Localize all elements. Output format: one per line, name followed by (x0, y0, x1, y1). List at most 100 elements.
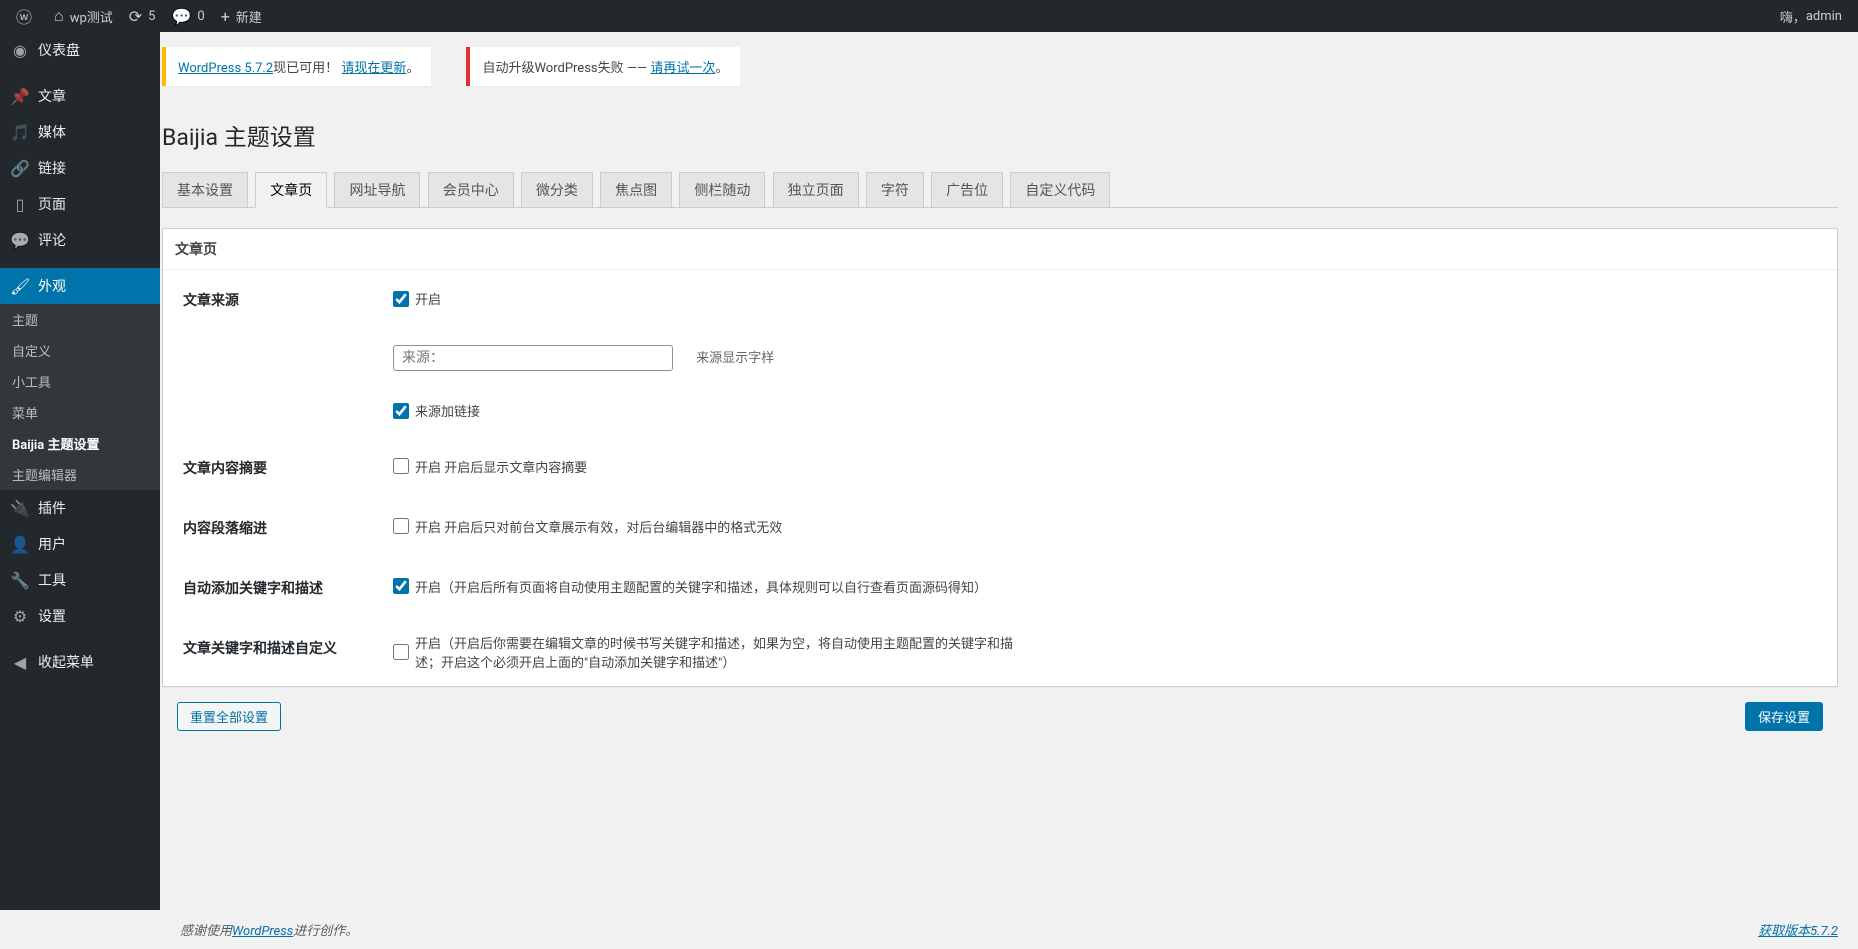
submenu-baijia-settings[interactable]: Baijia 主题设置 (0, 428, 160, 459)
comments-count: 0 (197, 9, 204, 24)
sidebar-item-label: 链接 (38, 158, 66, 178)
tab-microcat[interactable]: 微分类 (521, 172, 593, 207)
home-icon: ⌂ (54, 6, 64, 26)
autokw-enable-label[interactable]: 开启（开启后所有页面将自动使用主题配置的关键字和描述，具体规则可以自行查看页面源… (393, 577, 987, 596)
field-label-autokw: 自动添加关键字和描述 (163, 558, 383, 618)
tab-focus[interactable]: 焦点图 (600, 172, 672, 207)
dashboard-icon: ◉ (10, 41, 30, 60)
source-link-label[interactable]: 来源加链接 (393, 401, 480, 420)
submenu-menus[interactable]: 菜单 (0, 397, 160, 428)
users-icon: 👤 (10, 535, 30, 554)
settings-tabs: 基本设置 文章页 网址导航 会员中心 微分类 焦点图 侧栏随动 独立页面 字符 … (162, 172, 1838, 208)
comment-icon: 💬 (171, 7, 191, 26)
new-content-link[interactable]: + 新建 (213, 0, 270, 32)
tab-article[interactable]: 文章页 (255, 172, 327, 208)
refresh-icon: ⟳ (129, 7, 142, 26)
update-suffix: 现已可用！ (273, 61, 338, 76)
link-icon: 🔗 (10, 159, 30, 178)
source-enable-checkbox[interactable] (393, 291, 409, 307)
submenu-themes[interactable]: 主题 (0, 304, 160, 335)
media-icon: 🎵 (10, 123, 30, 142)
submenu-widgets[interactable]: 小工具 (0, 366, 160, 397)
sidebar-item-settings[interactable]: ⚙设置 (0, 598, 160, 634)
indent-enable-checkbox[interactable] (393, 518, 409, 534)
customkw-enable-checkbox[interactable] (393, 644, 409, 660)
sidebar-item-label: 评论 (38, 230, 66, 250)
upgrade-fail-notice: 自动升级WordPress失败 —— 请再试一次。 (466, 47, 740, 86)
sidebar-item-tools[interactable]: 🔧 工具 (0, 562, 160, 598)
comment-icon: 💬 (10, 231, 30, 250)
tab-ads[interactable]: 广告位 (931, 172, 1003, 207)
field-label-customkw: 文章关键字和描述自定义 (163, 618, 383, 686)
page-title: Baijia 主题设置 (162, 109, 1838, 156)
sidebar-item-posts[interactable]: 📌 文章 (0, 78, 160, 114)
reset-button[interactable]: 重置全部设置 (177, 702, 281, 731)
tab-sidebar-follow[interactable]: 侧栏随动 (679, 172, 765, 207)
excerpt-enable-label[interactable]: 开启 开启后显示文章内容摘要 (393, 457, 587, 476)
submenu-customize[interactable]: 自定义 (0, 335, 160, 366)
sidebar-item-collapse[interactable]: ◀ 收起菜单 (0, 644, 160, 680)
sidebar-item-label: 外观 (38, 276, 66, 296)
user-menu[interactable]: 嗨，admin (1772, 0, 1850, 32)
sidebar-item-comments[interactable]: 💬 评论 (0, 222, 160, 258)
footer-thanks-prefix: 感谢使用 (180, 924, 232, 939)
update-now-link[interactable]: 请现在更新 (341, 61, 406, 76)
sidebar-item-label: 仪表盘 (38, 40, 80, 60)
updates-link[interactable]: ⟳5 (121, 0, 164, 32)
greeting: 嗨， (1780, 7, 1806, 26)
sidebar-item-users[interactable]: 👤用户 (0, 526, 160, 562)
sidebar-item-links[interactable]: 🔗 链接 (0, 150, 160, 186)
plus-icon: + (221, 7, 230, 26)
wordpress-icon: ⓦ (16, 4, 32, 28)
sidebar-item-label: 文章 (38, 86, 66, 106)
username: admin (1806, 9, 1842, 24)
collapse-icon: ◀ (10, 653, 30, 672)
new-label: 新建 (236, 7, 262, 26)
tab-basic[interactable]: 基本设置 (162, 172, 248, 207)
field-label-excerpt: 文章内容摘要 (163, 438, 383, 498)
sidebar-item-media[interactable]: 🎵 媒体 (0, 114, 160, 150)
excerpt-enable-checkbox[interactable] (393, 458, 409, 474)
sidebar-item-dashboard[interactable]: ◉ 仪表盘 (0, 32, 160, 68)
sidebar-item-appearance[interactable]: 🖌 外观 (0, 268, 160, 304)
wrench-icon: 🔧 (10, 571, 30, 590)
footer-wp-link[interactable]: WordPress (232, 924, 293, 939)
source-enable-label[interactable]: 开启 (393, 289, 441, 308)
sidebar-item-plugins[interactable]: 🔌插件 (0, 490, 160, 526)
customkw-enable-label[interactable]: 开启（开启后你需要在编辑文章的时候书写关键字和描述，如果为空，将自动使用主题配置… (393, 633, 1035, 671)
site-home-link[interactable]: ⌂ wp测试 (46, 0, 121, 32)
tab-chars[interactable]: 字符 (866, 172, 924, 207)
footer: 感谢使用WordPress进行创作。 获取版本5.7.2 (160, 910, 1858, 949)
tab-customcode[interactable]: 自定义代码 (1010, 172, 1110, 207)
sidebar-item-pages[interactable]: ▯页面 (0, 186, 160, 222)
submenu-theme-editor[interactable]: 主题编辑器 (0, 459, 160, 490)
appearance-submenu: 主题 自定义 小工具 菜单 Baijia 主题设置 主题编辑器 (0, 304, 160, 490)
tab-member[interactable]: 会员中心 (428, 172, 514, 207)
save-button[interactable]: 保存设置 (1745, 702, 1823, 731)
settings-panel: 文章页 文章来源 开启 来源显示字样 (162, 228, 1838, 687)
indent-enable-label[interactable]: 开启 开启后只对前台文章展示有效，对后台编辑器中的格式无效 (393, 517, 782, 536)
wp-version-link[interactable]: WordPress 5.7.2 (178, 61, 273, 76)
update-notice: WordPress 5.7.2现已可用！ 请现在更新。 (162, 47, 431, 86)
sidebar-item-label: 工具 (38, 570, 66, 590)
page-icon: ▯ (10, 195, 30, 214)
sidebar-item-label: 媒体 (38, 122, 66, 142)
pin-icon: 📌 (10, 87, 30, 106)
autokw-enable-checkbox[interactable] (393, 578, 409, 594)
source-link-checkbox[interactable] (393, 403, 409, 419)
field-label-source: 文章来源 (163, 270, 383, 330)
source-text-desc: 来源显示字样 (696, 351, 774, 366)
tab-standalone[interactable]: 独立页面 (773, 172, 859, 207)
retry-link[interactable]: 请再试一次 (650, 61, 715, 76)
footer-thanks-suffix: 进行创作。 (293, 924, 358, 939)
wp-logo[interactable]: ⓦ (8, 0, 46, 32)
comments-link[interactable]: 💬0 (163, 0, 212, 32)
site-name: wp测试 (70, 7, 113, 26)
brush-icon: 🖌 (10, 277, 30, 296)
source-text-input[interactable] (393, 345, 673, 371)
sidebar-item-label: 插件 (38, 498, 66, 518)
sidebar-item-label: 收起菜单 (38, 652, 94, 672)
sidebar-item-label: 设置 (38, 606, 66, 626)
tab-nav[interactable]: 网址导航 (334, 172, 420, 207)
footer-version-link[interactable]: 获取版本5.7.2 (1758, 920, 1838, 939)
